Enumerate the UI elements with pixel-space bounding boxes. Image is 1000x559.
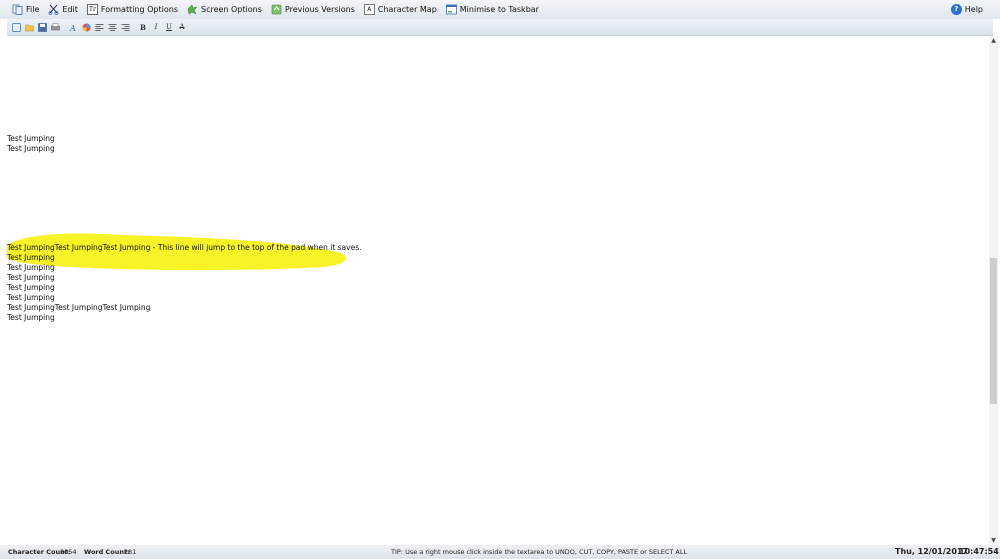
text-line: Test Jumping — [7, 283, 55, 292]
text-line: Test Jumping — [7, 293, 55, 302]
previous-versions-icon — [271, 4, 282, 15]
menu-formatting-options[interactable]: Tr Formatting Options — [86, 0, 178, 19]
bold-button[interactable]: B — [138, 22, 148, 32]
menu-screen-options[interactable]: Screen Options — [187, 0, 262, 19]
new-document-icon[interactable] — [11, 22, 21, 32]
menu-minimise-label: Minimise to Taskbar — [459, 5, 539, 14]
format-toolbar: A B I U A — [7, 19, 993, 36]
status-bar: Character Count: 2054 Word Count: 281 TI… — [0, 545, 1000, 559]
save-icon[interactable] — [37, 22, 47, 32]
menu-help-label: Help — [964, 5, 983, 14]
file-icon — [12, 4, 23, 15]
text-line: Test Jumping — [7, 144, 55, 153]
menu-previous-versions[interactable]: Previous Versions — [271, 0, 355, 19]
scrollbar-thumb[interactable] — [990, 258, 997, 404]
word-count-value: 281 — [124, 548, 137, 556]
character-map-icon: A — [363, 4, 375, 15]
text-area[interactable]: Test Jumping Test Jumping Test JumpingTe… — [7, 36, 986, 545]
print-icon[interactable] — [50, 22, 60, 32]
align-left-icon[interactable] — [94, 22, 104, 32]
text-line: Test Jumping — [7, 134, 55, 143]
menu-character-map-label: Character Map — [377, 5, 437, 14]
tip-text: TIP: Use a right mouse click inside the … — [391, 548, 688, 556]
strikethrough-button[interactable]: A — [177, 22, 187, 32]
text-line: Test JumpingTest JumpingTest Jumping - T… — [7, 243, 362, 252]
screen-options-icon — [187, 4, 198, 15]
menu-previous-versions-label: Previous Versions — [284, 5, 355, 14]
text-line: Test JumpingTest JumpingTest Jumping — [7, 303, 151, 312]
date-display: Thu, 12/01/2017 — [895, 547, 969, 556]
menu-file[interactable]: File — [12, 0, 39, 19]
menu-bar: File Edit Tr Formatting Options Screen O… — [0, 0, 1000, 19]
text-line: Test Jumping — [7, 253, 55, 262]
text-line: Test Jumping — [7, 313, 55, 322]
text-format-icon: Tr — [86, 4, 98, 15]
align-right-icon[interactable] — [120, 22, 130, 32]
menu-screen-options-label: Screen Options — [201, 5, 262, 14]
color-palette-icon[interactable] — [81, 22, 91, 32]
open-folder-icon[interactable] — [24, 22, 34, 32]
minimise-icon — [445, 4, 457, 15]
font-icon[interactable]: A — [68, 22, 78, 32]
scroll-down-arrow-icon[interactable]: ▼ — [989, 536, 998, 545]
character-count-value: 2054 — [60, 548, 77, 556]
underline-button[interactable]: U — [164, 22, 174, 32]
menu-edit[interactable]: Edit — [48, 0, 78, 19]
align-center-icon[interactable] — [107, 22, 117, 32]
text-line: Test Jumping — [7, 273, 55, 282]
menu-character-map[interactable]: A Character Map — [363, 0, 437, 19]
text-line: Test Jumping — [7, 263, 55, 272]
vertical-scrollbar[interactable]: ▲ ▼ — [989, 36, 998, 545]
menu-minimise-to-taskbar[interactable]: Minimise to Taskbar — [445, 0, 539, 19]
help-icon: ? — [950, 4, 962, 15]
menu-file-label: File — [26, 5, 40, 14]
italic-button[interactable]: I — [151, 22, 161, 32]
svg-text:A: A — [69, 24, 76, 32]
menu-help[interactable]: ? Help — [950, 0, 983, 19]
word-count-label: Word Count: — [84, 548, 130, 556]
scroll-up-arrow-icon[interactable]: ▲ — [989, 36, 998, 45]
time-display: 10:47:54 — [959, 547, 999, 556]
edit-icon — [48, 4, 59, 15]
menu-formatting-options-label: Formatting Options — [100, 5, 178, 14]
menu-edit-label: Edit — [62, 5, 78, 14]
